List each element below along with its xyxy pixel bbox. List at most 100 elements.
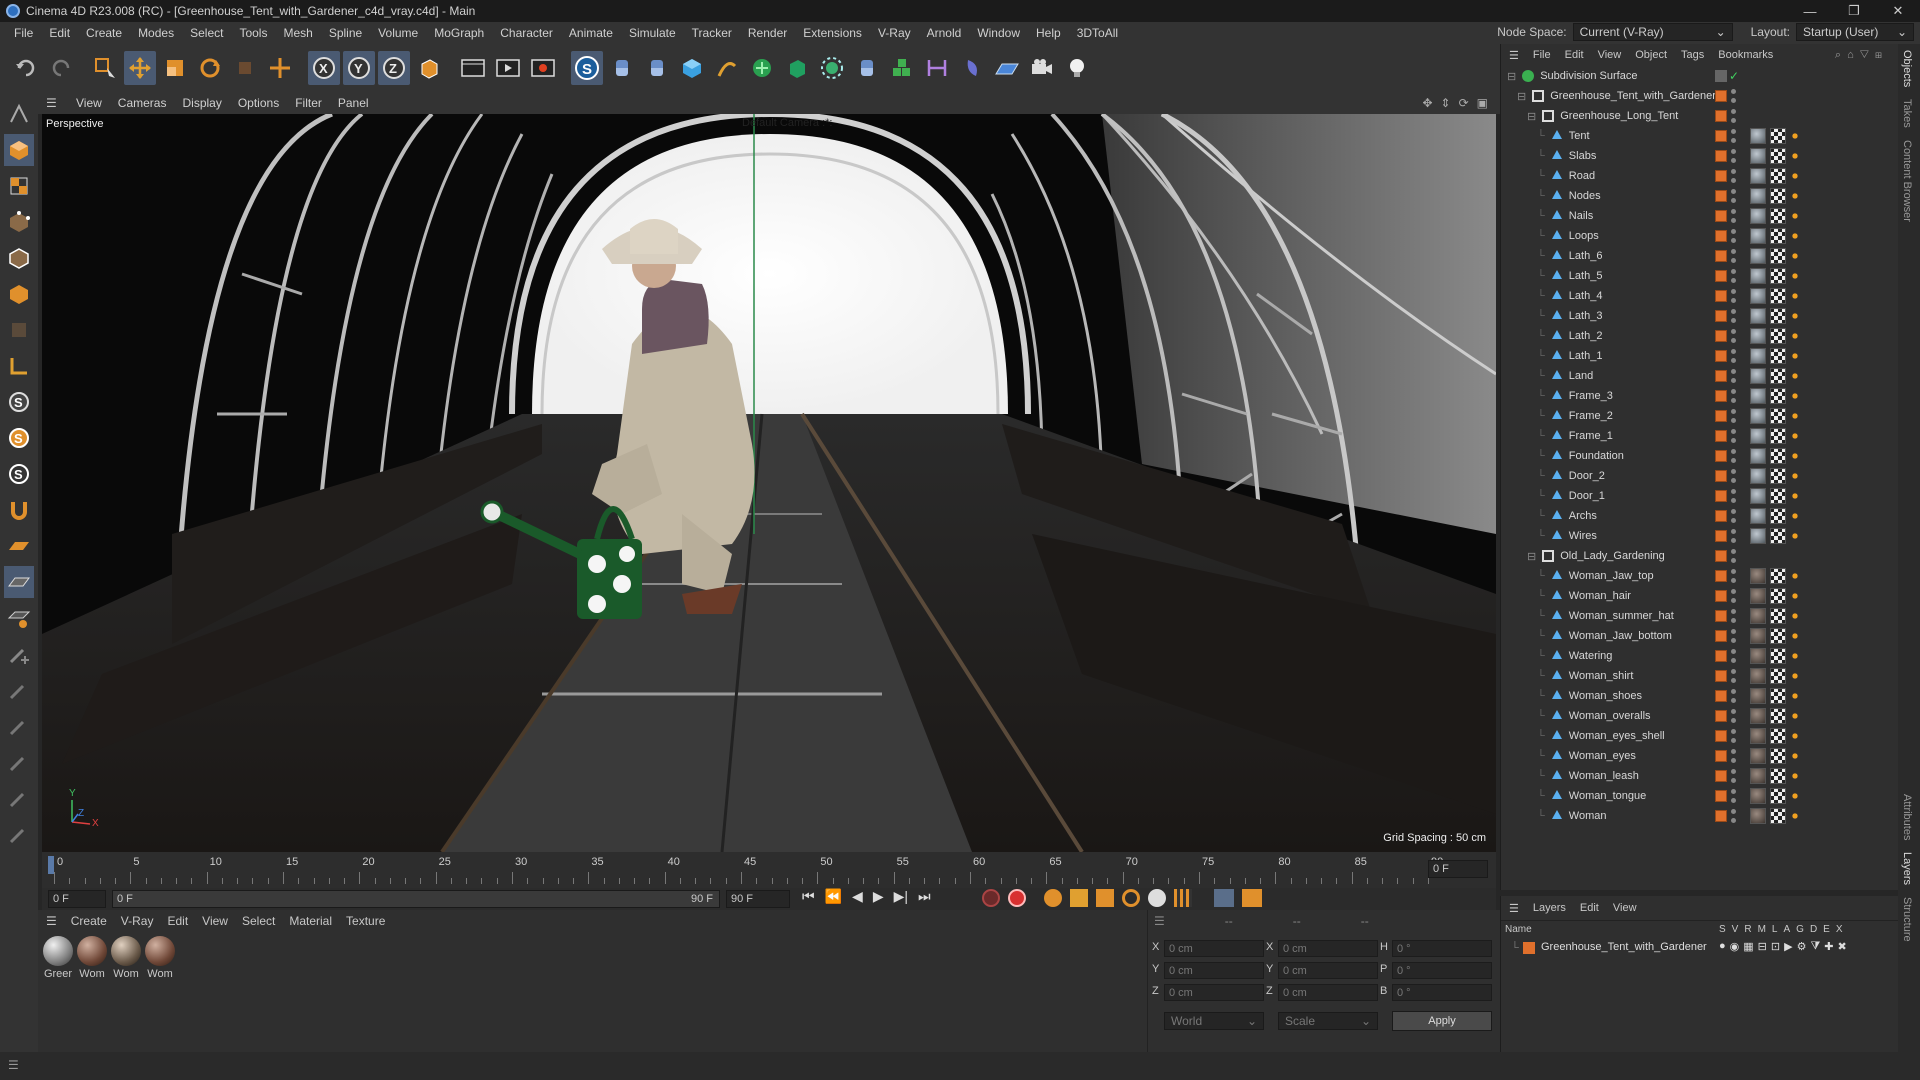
phong-tag-icon[interactable] [1790, 751, 1800, 761]
tree-row-object[interactable]: └ Lath_3 [1501, 306, 1899, 326]
phong-tag-icon[interactable] [1790, 271, 1800, 281]
snap-icon[interactable]: S [4, 386, 34, 418]
hamburger-icon[interactable]: ☰ [46, 914, 57, 928]
layer-color-swatch[interactable] [1523, 942, 1535, 954]
phong-tag-icon[interactable] [1790, 171, 1800, 181]
edges-mode-icon[interactable] [4, 242, 34, 274]
material-tag-icon[interactable] [1750, 568, 1766, 584]
tree-row-object[interactable]: └ Lath_6 [1501, 246, 1899, 266]
b-rotation-field[interactable]: 0 ° [1392, 984, 1492, 1001]
uvw-tag-icon[interactable] [1770, 228, 1786, 244]
tree-row-object[interactable]: └ Nails [1501, 206, 1899, 226]
material-swatch[interactable]: Greer [42, 936, 74, 980]
menu-render[interactable]: Render [740, 26, 795, 40]
generator-icon[interactable]: ⚙ [1797, 940, 1807, 953]
material-tag-icon[interactable] [1750, 588, 1766, 604]
uvw-tag-icon[interactable] [1770, 688, 1786, 704]
transform-tool-icon[interactable] [264, 51, 296, 85]
layer-color[interactable] [1715, 730, 1727, 742]
tree-row-object[interactable]: └ Slabs [1501, 146, 1899, 166]
scale-tool-icon[interactable] [159, 51, 191, 85]
visibility-dots-icon[interactable] [1731, 529, 1737, 543]
phong-tag-icon[interactable] [1790, 671, 1800, 681]
layer-color[interactable] [1715, 290, 1727, 302]
visibility-dots-icon[interactable] [1731, 769, 1737, 783]
material-tag-icon[interactable] [1750, 608, 1766, 624]
phong-tag-icon[interactable] [1790, 211, 1800, 221]
tree-row-object[interactable]: └ Road [1501, 166, 1899, 186]
material-tag-icon[interactable] [1750, 468, 1766, 484]
layer-color[interactable] [1715, 590, 1727, 602]
tree-row-object[interactable]: └ Door_1 [1501, 486, 1899, 506]
material-tag-icon[interactable] [1750, 168, 1766, 184]
object-menu-file[interactable]: File [1533, 49, 1551, 61]
xref-icon[interactable]: ✖ [1837, 940, 1846, 953]
phong-tag-icon[interactable] [1790, 731, 1800, 741]
layer-color[interactable] [1715, 550, 1727, 562]
visibility-dots-icon[interactable] [1731, 669, 1737, 683]
tree-row-object[interactable]: └ Land [1501, 366, 1899, 386]
material-tag-icon[interactable] [1750, 788, 1766, 804]
visibility-dots-icon[interactable] [1731, 189, 1737, 203]
viewport-menu-panel[interactable]: Panel [330, 96, 377, 110]
next-frame-icon[interactable]: ▶| [894, 888, 908, 905]
light-icon[interactable] [1061, 51, 1093, 85]
manager-icon[interactable]: ⊟ [1758, 940, 1767, 953]
play-icon[interactable]: ▶ [873, 888, 884, 905]
effector-icon[interactable] [956, 51, 988, 85]
x-axis-lock-icon[interactable]: X [308, 51, 340, 85]
autokey-icon[interactable] [1044, 889, 1062, 907]
workplane-snap-icon[interactable]: S [4, 458, 34, 490]
node-space-select[interactable]: Current (V-Ray) ⌄ [1572, 23, 1733, 41]
y-position-field[interactable]: 0 cm [1164, 962, 1264, 979]
layer-color[interactable] [1715, 190, 1727, 202]
menu-file[interactable]: File [6, 26, 41, 40]
uvw-tag-icon[interactable] [1770, 308, 1786, 324]
layer-color[interactable] [1715, 510, 1727, 522]
tree-row-object[interactable]: └ Woman_leash [1501, 766, 1899, 786]
coord-system-select[interactable]: World ⌄ [1164, 1012, 1264, 1030]
solo-icon[interactable]: ● [1719, 940, 1726, 953]
hamburger-icon[interactable]: ☰ [1509, 902, 1519, 915]
layer-row[interactable]: └ Greenhouse_Tent_with_Gardener ● ◉ ▦ ⊟ … [1501, 938, 1898, 958]
material-tag-icon[interactable] [1750, 728, 1766, 744]
phong-tag-icon[interactable] [1790, 231, 1800, 241]
maximize-view-icon[interactable]: ▣ [1477, 96, 1488, 110]
pen-spline-icon[interactable] [711, 51, 743, 85]
object-menu-edit[interactable]: Edit [1565, 49, 1584, 61]
model-mode-icon[interactable] [4, 134, 34, 166]
edit-tool-icon[interactable] [4, 746, 34, 778]
layer-color[interactable] [1715, 570, 1727, 582]
deformer-icon[interactable]: ⧩ [1810, 940, 1820, 953]
material-menu-texture[interactable]: Texture [346, 914, 385, 928]
y-size-field[interactable]: 0 cm [1278, 962, 1378, 979]
rotate-tool-icon[interactable] [194, 51, 226, 85]
menu-modes[interactable]: Modes [130, 26, 182, 40]
go-to-end-icon[interactable]: ⏭ [918, 888, 931, 905]
phong-tag-icon[interactable] [1790, 151, 1800, 161]
layers-menu-edit[interactable]: Edit [1580, 902, 1599, 914]
phong-tag-icon[interactable] [1790, 691, 1800, 701]
coordinate-system-icon[interactable] [413, 51, 445, 85]
render-picture-viewer-icon[interactable] [492, 51, 524, 85]
phong-tag-icon[interactable] [1790, 631, 1800, 641]
visibility-dots-icon[interactable] [1731, 269, 1737, 283]
phong-tag-icon[interactable] [1790, 411, 1800, 421]
visibility-dots-icon[interactable] [1731, 249, 1737, 263]
menu-mograph[interactable]: MoGraph [426, 26, 492, 40]
paint-tool-icon[interactable] [4, 674, 34, 706]
material-tag-icon[interactable] [1750, 368, 1766, 384]
home-icon[interactable]: ⌂ [1847, 49, 1860, 61]
uvw-tag-icon[interactable] [1770, 368, 1786, 384]
menu-animate[interactable]: Animate [561, 26, 621, 40]
uvw-tag-icon[interactable] [1770, 388, 1786, 404]
maximize-button[interactable]: ❐ [1832, 0, 1876, 22]
viewport-menu-view[interactable]: View [68, 96, 110, 110]
material-swatch[interactable]: Wom [144, 936, 176, 980]
material-menu-create[interactable]: Create [71, 914, 107, 928]
material-tag-icon[interactable] [1750, 648, 1766, 664]
menu-3dtoall[interactable]: 3DToAll [1069, 26, 1126, 40]
tree-row-object[interactable]: └ Tent [1501, 126, 1899, 146]
collapse-icon[interactable]: ⊟ [1517, 90, 1526, 103]
layer-color[interactable] [1715, 530, 1727, 542]
